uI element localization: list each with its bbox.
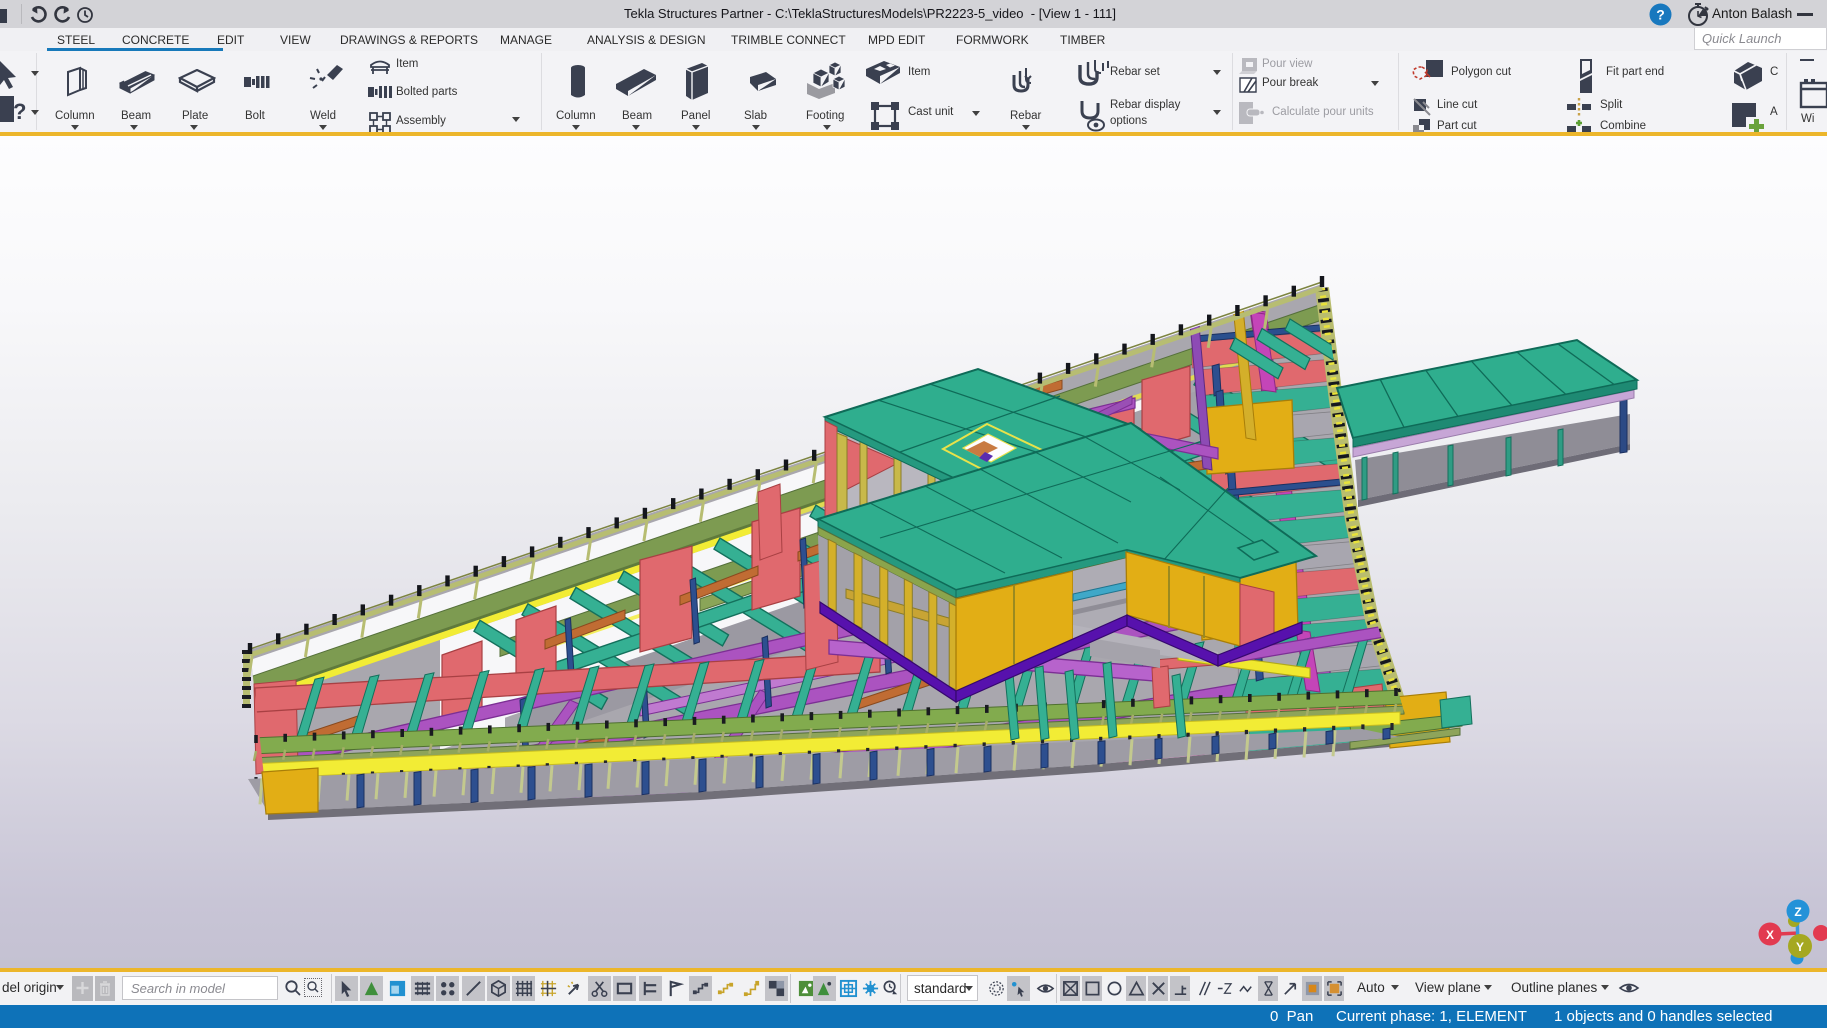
svg-text:?: ? <box>1656 7 1665 23</box>
svg-text:Z: Z <box>1794 905 1801 919</box>
svg-text:X: X <box>1766 928 1774 942</box>
svg-text:Y: Y <box>1796 940 1804 954</box>
